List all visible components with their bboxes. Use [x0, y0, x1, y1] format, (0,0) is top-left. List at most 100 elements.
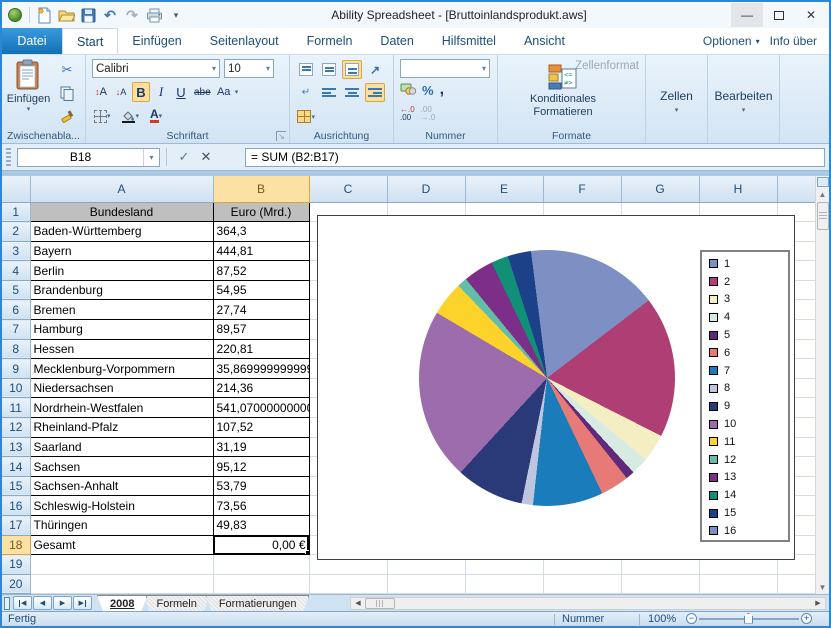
vertical-scroll-thumb[interactable] — [817, 202, 829, 230]
cell-A8[interactable]: Hessen — [30, 339, 213, 359]
cell-B18-active[interactable]: 0,00 € — [213, 535, 309, 555]
align-bottom-icon[interactable] — [342, 60, 362, 79]
tab-formeln[interactable]: Formeln — [293, 28, 367, 54]
font-dialog-launcher-icon[interactable]: ↘ — [276, 131, 286, 141]
cell-A1[interactable]: Bundesland — [30, 202, 213, 222]
row-header-12[interactable]: 12 — [2, 418, 30, 438]
tab-ansicht[interactable]: Ansicht — [510, 28, 579, 54]
cell-F20[interactable] — [543, 574, 621, 594]
new-document-icon[interactable] — [34, 5, 54, 25]
cell-A3[interactable]: Bayern — [30, 241, 213, 261]
cell-B10[interactable]: 214,36 — [213, 378, 309, 398]
cell-B19[interactable] — [213, 555, 309, 575]
row-header-20[interactable]: 20 — [2, 574, 30, 594]
column-header-D[interactable]: D — [387, 176, 465, 202]
cell-B16[interactable]: 73,56 — [213, 496, 309, 516]
cancel-icon[interactable]: ✕ — [195, 149, 217, 165]
row-header-13[interactable]: 13 — [2, 437, 30, 457]
minimize-button[interactable]: — — [731, 3, 763, 27]
row-header-2[interactable]: 2 — [2, 222, 30, 242]
row-header-1[interactable]: 1 — [2, 202, 30, 222]
row-header-6[interactable]: 6 — [2, 300, 30, 320]
cell-B6[interactable]: 27,74 — [213, 300, 309, 320]
cell-A14[interactable]: Sachsen — [30, 457, 213, 477]
row-header-5[interactable]: 5 — [2, 280, 30, 300]
tab-hilfsmittel[interactable]: Hilfsmittel — [428, 28, 510, 54]
cell-A16[interactable]: Schleswig-Holstein — [30, 496, 213, 516]
fill-color-button[interactable]: ▾ — [119, 106, 142, 126]
cell-B9[interactable]: 35,86999999999999 — [213, 359, 309, 379]
cell-G20[interactable] — [621, 574, 699, 594]
zoom-slider-thumb[interactable] — [744, 613, 753, 624]
column-header-H[interactable]: H — [699, 176, 777, 202]
select-all-corner[interactable] — [2, 176, 30, 202]
paste-button[interactable]: Einfügen ▾ — [5, 59, 52, 129]
column-header-E[interactable]: E — [465, 176, 543, 202]
column-header-G[interactable]: G — [621, 176, 699, 202]
vertical-scrollbar[interactable]: ▲ ▼ — [815, 176, 829, 594]
row-header-19[interactable]: 19 — [2, 555, 30, 575]
align-right-icon[interactable] — [365, 83, 385, 102]
undo-icon[interactable]: ↶ — [100, 5, 120, 25]
save-icon[interactable] — [78, 5, 98, 25]
cell-A7[interactable]: Hamburg — [30, 320, 213, 340]
strikethrough-button[interactable]: abe — [192, 82, 213, 102]
row-header-9[interactable]: 9 — [2, 359, 30, 379]
cell-A9[interactable]: Mecklenburg-Vorpommern — [30, 359, 213, 379]
about-menu[interactable]: Info über — [770, 34, 817, 48]
row-header-11[interactable]: 11 — [2, 398, 30, 418]
font-color-button[interactable]: A▾ — [147, 106, 165, 126]
tab-daten[interactable]: Daten — [366, 28, 427, 54]
cell-B12[interactable]: 107,52 — [213, 418, 309, 438]
remove-decimal-icon[interactable]: .00→.0 — [421, 106, 436, 122]
align-top-icon[interactable] — [296, 60, 316, 79]
row-header-18[interactable]: 18 — [2, 535, 30, 555]
name-box-caret-icon[interactable]: ▾ — [143, 149, 159, 166]
underline-button[interactable]: U — [172, 82, 190, 102]
comma-format-icon[interactable]: , — [440, 86, 444, 94]
bold-button[interactable]: B — [132, 82, 150, 102]
cell-E20[interactable] — [465, 574, 543, 594]
sheet-tab-Formeln[interactable]: Formeln — [143, 595, 209, 611]
shrink-font-icon[interactable]: ↓A — [112, 82, 130, 102]
prev-sheet-button[interactable]: ◀ — [33, 596, 52, 610]
redo-icon[interactable]: ↷ — [122, 5, 142, 25]
cell-A15[interactable]: Sachsen-Anhalt — [30, 476, 213, 496]
row-header-8[interactable]: 8 — [2, 339, 30, 359]
cell-A4[interactable]: Berlin — [30, 261, 213, 281]
cut-icon[interactable]: ✂ — [56, 60, 78, 80]
cell-A12[interactable]: Rheinland-Pfalz — [30, 418, 213, 438]
pie-chart[interactable] — [419, 250, 675, 506]
cell-B3[interactable]: 444,81 — [213, 241, 309, 261]
cell-B15[interactable]: 53,79 — [213, 476, 309, 496]
scroll-up-icon[interactable]: ▲ — [817, 188, 829, 201]
print-icon[interactable] — [144, 5, 164, 25]
align-left-icon[interactable] — [319, 83, 339, 102]
name-box[interactable]: B18 ▾ — [17, 148, 160, 167]
column-header-C[interactable]: C — [309, 176, 387, 202]
cell-A19[interactable] — [30, 555, 213, 575]
row-header-17[interactable]: 17 — [2, 516, 30, 536]
chart-legend[interactable]: 12345678910111213141516 — [700, 250, 790, 542]
grow-font-icon[interactable]: ↕A — [92, 82, 110, 102]
column-header-F[interactable]: F — [543, 176, 621, 202]
scroll-left-icon[interactable]: ◀ — [351, 599, 365, 607]
add-decimal-icon[interactable]: ←.0.00 — [400, 106, 415, 122]
wrap-text-icon[interactable]: ↵ — [296, 83, 316, 102]
column-header-partial[interactable] — [777, 176, 815, 202]
row-header-15[interactable]: 15 — [2, 476, 30, 496]
formula-input[interactable]: = SUM (B2:B17) — [245, 148, 825, 167]
align-middle-icon[interactable] — [319, 60, 339, 79]
cell-A13[interactable]: Saarland — [30, 437, 213, 457]
row-header-14[interactable]: 14 — [2, 457, 30, 477]
font-size-select[interactable]: 10 ▾ — [224, 59, 274, 78]
tab-einfuegen[interactable]: Einfügen — [118, 28, 195, 54]
cell-B2[interactable]: 364,3 — [213, 222, 309, 242]
font-name-select[interactable]: Calibri ▾ — [92, 59, 220, 78]
cell-A20[interactable] — [30, 574, 213, 594]
scroll-right-icon[interactable]: ▶ — [811, 599, 825, 607]
first-sheet-button[interactable]: ◀ — [13, 596, 32, 610]
cell-A2[interactable]: Baden-Württemberg — [30, 222, 213, 242]
borders-button[interactable]: ▾ — [92, 106, 113, 126]
cell-B20[interactable] — [213, 574, 309, 594]
